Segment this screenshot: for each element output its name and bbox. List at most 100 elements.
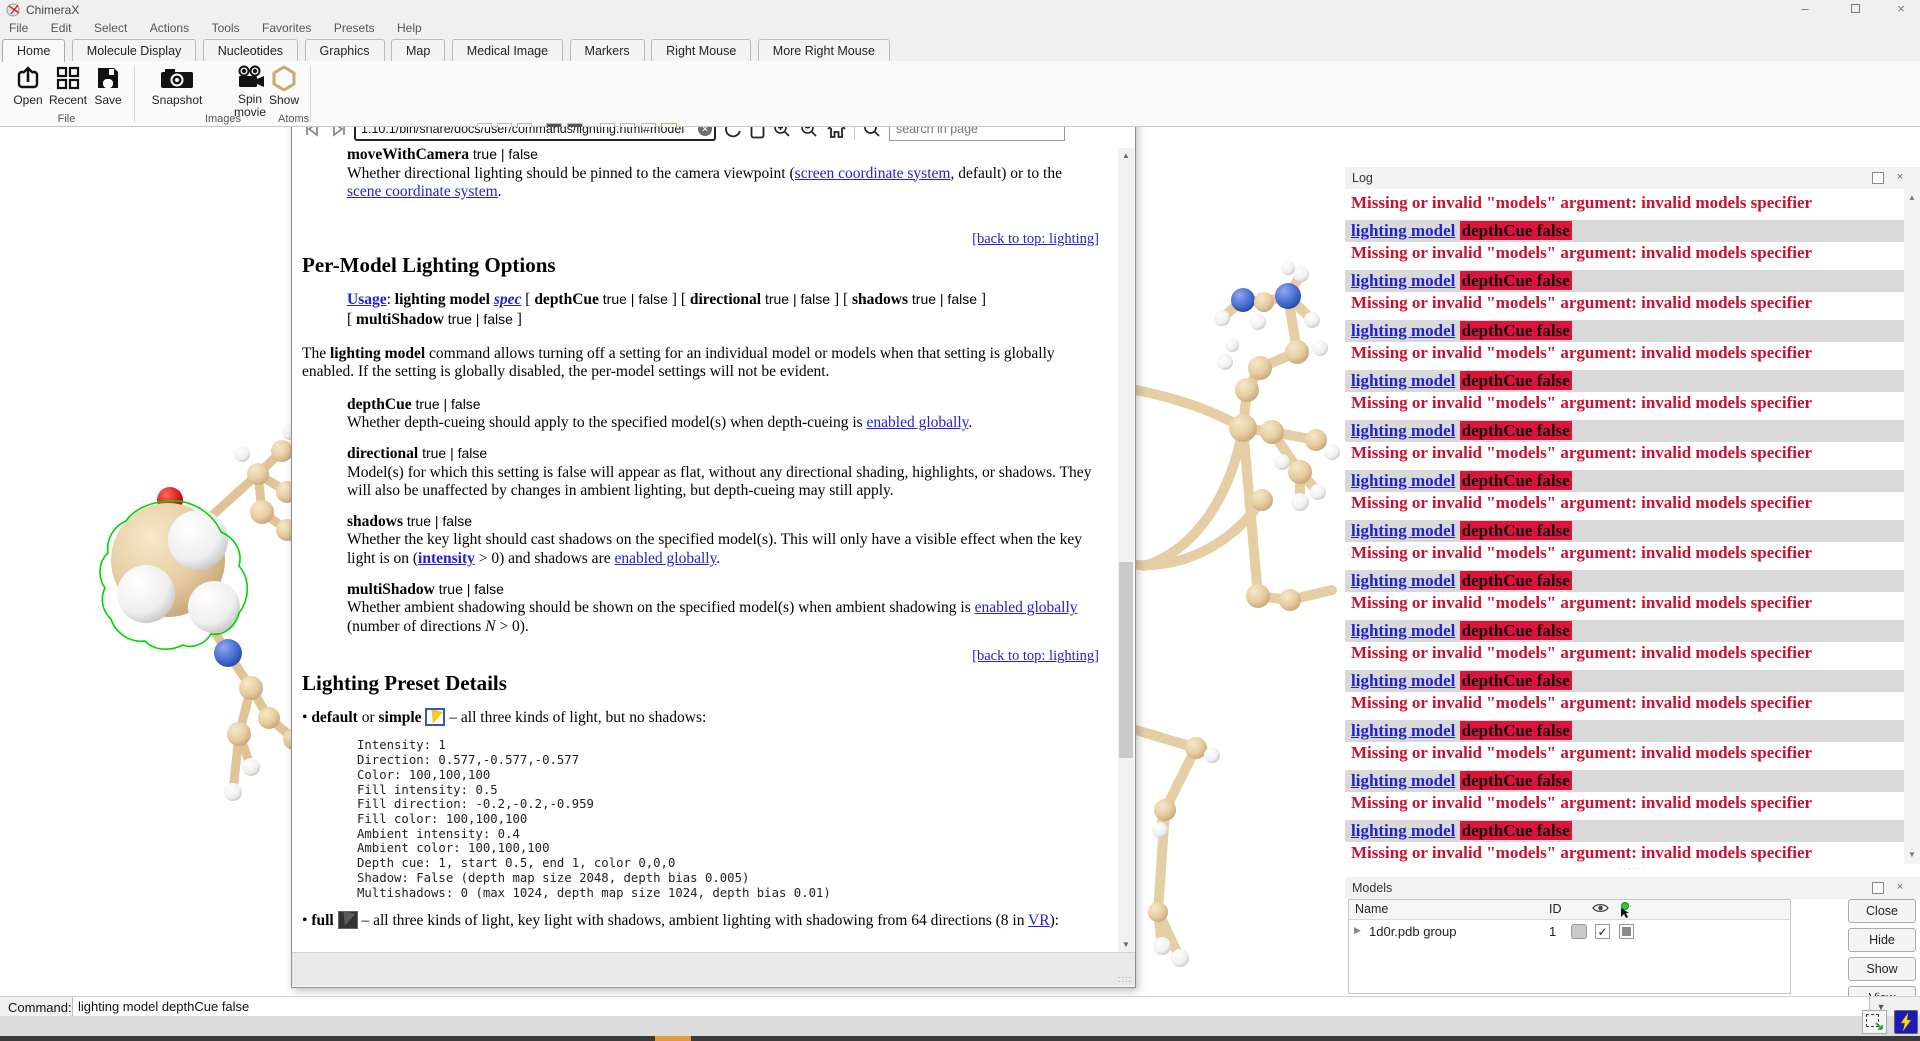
tab-molecule-display[interactable]: Molecule Display [72,39,196,61]
models-view-button[interactable]: View [1848,986,1916,996]
tab-nucleotides[interactable]: Nucleotides [203,39,298,61]
command-input[interactable] [72,997,1870,1017]
search-in-page-input[interactable] [889,127,1065,141]
log-command-link[interactable]: lighting model [1351,521,1455,540]
tab-map[interactable]: Map [391,39,445,61]
tab-home[interactable]: Home [2,39,65,62]
model-color-button[interactable] [1571,924,1587,939]
doc-link[interactable]: scene coordinate system [347,183,498,200]
scroll-up-icon[interactable]: ▲ [1118,148,1134,164]
doc-link[interactable]: enabled globally [614,550,716,567]
close-panel-icon[interactable]: × [1894,882,1906,894]
panel-splitter[interactable]: ······ [1345,864,1920,877]
zoom-in-icon[interactable] [772,127,792,139]
menu-file[interactable]: File [0,19,37,37]
expand-triangle-icon[interactable]: ▶ [1354,925,1361,936]
reload-icon[interactable] [723,127,743,139]
log-command-link[interactable]: lighting model [1351,571,1455,590]
search-icon[interactable] [862,127,882,139]
ribbon-group-file: Open Recent Save File [0,61,133,126]
menu-presets[interactable]: Presets [325,19,384,37]
zoom-out-icon[interactable] [799,127,819,139]
close-panel-icon[interactable]: × [1894,172,1906,184]
log-command-link[interactable]: lighting model [1351,471,1455,490]
menu-tools[interactable]: Tools [203,19,249,37]
page-icon[interactable] [750,127,765,139]
model-row[interactable]: ▶ 1d0r.pdb group 1 ✓ [1349,921,1790,943]
log-command-link[interactable]: lighting model [1351,371,1455,390]
fast-mode-icon[interactable] [1894,1010,1918,1034]
show-atoms-button[interactable]: Show [258,63,310,107]
save-button[interactable]: Save [82,63,134,107]
tab-markers[interactable]: Markers [570,39,645,61]
select-region-icon[interactable] [1862,1010,1887,1034]
graphics-viewport[interactable]: Command: lighting x ✕ [0,127,1920,996]
log-command-link[interactable]: lighting model [1351,421,1455,440]
log-error-message: Missing or invalid "models" argument: in… [1345,342,1904,366]
menu-select[interactable]: Select [85,19,136,37]
forward-icon[interactable] [329,127,347,138]
doc-link[interactable]: [back to top: lighting] [972,648,1099,664]
log-command-link[interactable]: lighting model [1351,821,1455,840]
tab-right-mouse[interactable]: Right Mouse [651,39,751,61]
doc-link[interactable]: screen coordinate system [795,165,951,182]
log-command-link[interactable]: lighting model [1351,221,1455,240]
doc-link[interactable]: enabled globally [867,414,969,431]
tab-graphics[interactable]: Graphics [305,39,385,61]
doc-link[interactable]: enabled globally [975,599,1078,616]
log-content[interactable]: Missing or invalid "models" argument: in… [1345,189,1904,864]
molecule-ball-stick-right [1136,260,1341,980]
url-input[interactable] [354,127,716,141]
doc-link[interactable]: [back to top: lighting] [972,231,1099,247]
undock-icon[interactable] [1872,882,1884,894]
doc-text: : [387,291,395,308]
log-command-link[interactable]: lighting model [1351,621,1455,640]
doc-link[interactable]: intensity [418,550,475,567]
log-scrollbar[interactable]: ▲ ▼ [1904,189,1920,864]
toolbar-divider [854,127,855,140]
menu-favorites[interactable]: Favorites [253,19,320,37]
nitrogen-atom[interactable] [1275,283,1301,309]
minimize-button[interactable]: – [1782,0,1828,19]
doc-link[interactable]: Usage [347,291,387,308]
restore-button[interactable] [1832,0,1878,19]
log-command-link[interactable]: lighting model [1351,721,1455,740]
log-command-echo: lighting model depthCue false [1345,220,1904,242]
undock-icon[interactable] [1872,172,1884,184]
log-error-message: Missing or invalid "models" argument: in… [1345,442,1904,466]
log-command-link[interactable]: lighting model [1351,271,1455,290]
scroll-down-icon[interactable]: ▼ [1904,848,1920,862]
model-shown-checkbox[interactable]: ✓ [1595,924,1610,939]
back-icon[interactable] [304,127,322,138]
log-command-link[interactable]: lighting model [1351,321,1455,340]
doc-link[interactable]: VR [1028,912,1050,929]
snapshot-button[interactable]: Snapshot [146,63,208,107]
tab-medical-image[interactable]: Medical Image [452,39,563,61]
doc-defdesc: Whether depth-cueing should apply to the… [347,414,1101,433]
help-scrollbar[interactable]: ▲ ▼ [1118,148,1134,953]
resize-grip[interactable]: :::: [1118,974,1132,984]
command-line-row: Command: ▼ [0,996,1920,1016]
log-command-echo: lighting model depthCue false [1345,820,1904,842]
scroll-up-icon[interactable]: ▲ [1904,191,1920,205]
models-close-button[interactable]: Close [1848,899,1916,923]
scroll-down-icon[interactable]: ▼ [1118,937,1134,953]
nitrogen-atom[interactable] [1231,288,1255,312]
models-show-button[interactable]: Show [1848,957,1916,981]
log-error-message: Missing or invalid "models" argument: in… [1345,592,1904,616]
log-command-echo: lighting model depthCue false [1345,670,1904,692]
log-command-link[interactable]: lighting model [1351,771,1455,790]
nitrogen-atom[interactable] [214,639,242,667]
menu-edit[interactable]: Edit [42,19,81,37]
doc-link[interactable]: spec [494,291,522,308]
menu-help[interactable]: Help [388,19,431,37]
models-hide-button[interactable]: Hide [1848,928,1916,952]
log-command-echo: lighting model depthCue false [1345,270,1904,292]
tab-more-right-mouse[interactable]: More Right Mouse [758,39,890,61]
model-select-toggle[interactable] [1619,924,1634,939]
close-button[interactable]: × [1878,0,1920,19]
log-command-link[interactable]: lighting model [1351,671,1455,690]
menu-actions[interactable]: Actions [141,19,198,37]
scrollbar-thumb[interactable] [1119,562,1133,758]
home-icon[interactable] [826,127,847,139]
